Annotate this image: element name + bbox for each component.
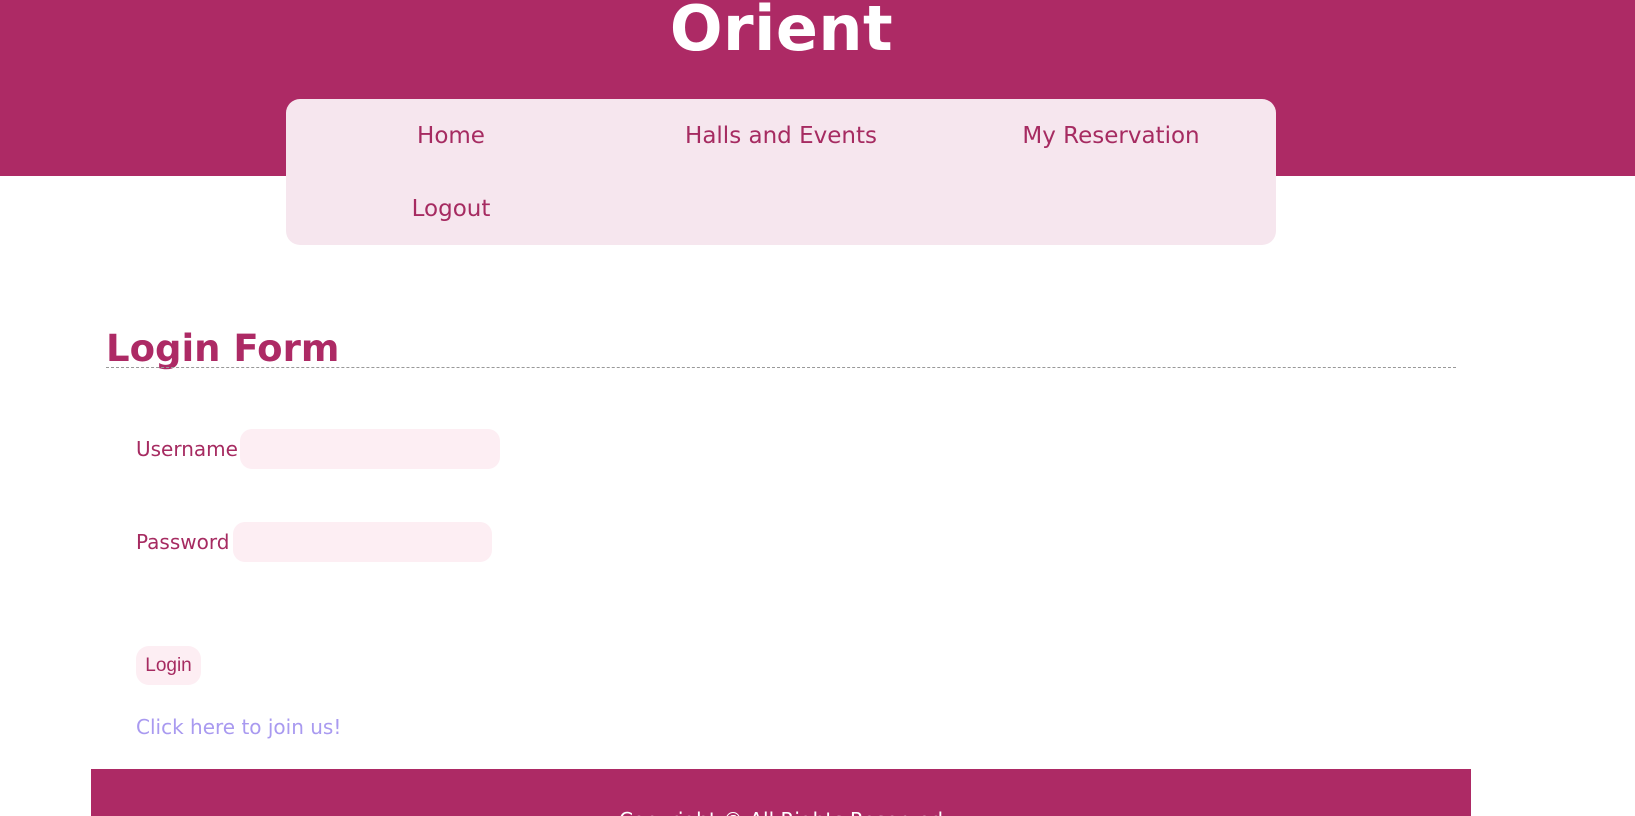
footer-text: Copyright © All Rights Reserved	[91, 807, 1471, 816]
nav-item-logout[interactable]: Logout	[286, 177, 616, 241]
main-nav: Home Halls and Events My Reservation Log…	[286, 99, 1276, 245]
join-link[interactable]: Click here to join us!	[136, 714, 341, 740]
username-label: Username	[136, 437, 238, 461]
login-button[interactable]: Login	[136, 646, 201, 685]
title-divider	[106, 367, 1456, 368]
password-input[interactable]	[233, 522, 492, 562]
password-label: Password	[136, 530, 230, 554]
nav-item-my-reservation[interactable]: My Reservation	[946, 104, 1276, 168]
nav-item-home[interactable]: Home	[286, 104, 616, 168]
nav-item-halls-and-events[interactable]: Halls and Events	[616, 104, 946, 168]
page: Orient Home Halls and Events My Reservat…	[0, 0, 1635, 816]
site-title: Orient	[669, 0, 894, 65]
footer: Copyright © All Rights Reserved	[91, 769, 1471, 816]
username-input[interactable]	[240, 429, 500, 469]
